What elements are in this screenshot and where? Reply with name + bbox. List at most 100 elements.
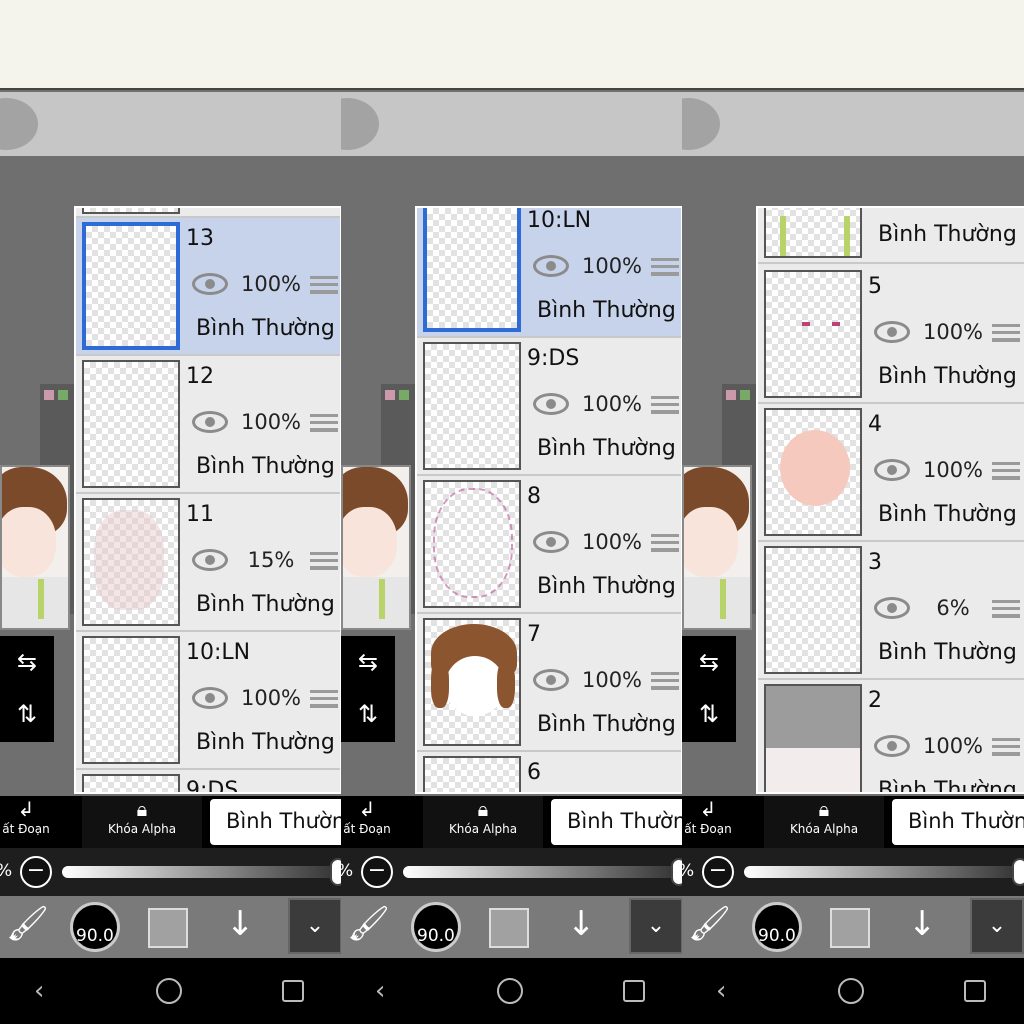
clip-button[interactable]: ↲ ất Đoạn: [682, 796, 738, 848]
eye-icon[interactable]: [533, 669, 569, 691]
clip-button[interactable]: ↲ ất Đoạn: [341, 796, 397, 848]
layer-name: 9:DS: [186, 778, 239, 794]
decrease-opacity-button[interactable]: −: [20, 856, 52, 888]
more-chevron-icon[interactable]: ⌄: [288, 898, 342, 954]
arrow-down-icon[interactable]: ↓: [567, 904, 596, 944]
layer-row[interactable]: 10:LN 100% Bình Thường: [76, 632, 340, 770]
opacity-bar: % −: [341, 848, 683, 896]
opacity-slider[interactable]: [744, 866, 1020, 878]
brush-icon[interactable]: 🖌︎: [688, 904, 731, 944]
flip-vertical-icon[interactable]: ⇅: [0, 688, 54, 740]
arrow-down-icon[interactable]: ↓: [908, 904, 937, 944]
decrease-opacity-button[interactable]: −: [702, 856, 734, 888]
screenshot-strip-1: ⇆ ⇅ 13 100% Bình Thường 12 100% Bình Thư…: [0, 0, 342, 1024]
eye-icon[interactable]: [874, 597, 910, 619]
layer-row[interactable]: [76, 208, 340, 218]
blend-mode-select[interactable]: Bình Thường: [551, 799, 683, 845]
drag-handle-icon[interactable]: [992, 462, 1020, 480]
flip-horizontal-icon[interactable]: ⇆: [682, 636, 736, 688]
layer-row[interactable]: 9:DS 100% Bình Thường: [417, 338, 681, 476]
drag-handle-icon[interactable]: [310, 414, 338, 432]
layer-opacity: 100%: [922, 458, 984, 482]
layer-row[interactable]: 9:DS: [76, 770, 340, 794]
color-swatch[interactable]: [148, 908, 188, 948]
eye-icon[interactable]: [874, 321, 910, 343]
layer-row[interactable]: 10:LN 100% Bình Thường: [417, 208, 681, 338]
eye-icon[interactable]: [533, 255, 569, 277]
flip-vertical-icon[interactable]: ⇅: [341, 688, 395, 740]
layer-row[interactable]: 4 100% Bình Thường: [758, 404, 1024, 542]
drag-handle-icon[interactable]: [310, 276, 338, 294]
layer-row[interactable]: 11 15% Bình Thường: [76, 494, 340, 632]
layer-row[interactable]: 8 100% Bình Thường: [417, 476, 681, 614]
more-chevron-icon[interactable]: ⌄: [629, 898, 683, 954]
eye-icon[interactable]: [874, 459, 910, 481]
layer-row[interactable]: Bình Thường: [758, 208, 1024, 264]
layer-row[interactable]: 7 100% Bình Thường: [417, 614, 681, 752]
recents-icon[interactable]: [964, 980, 986, 1002]
layer-name: 5: [868, 274, 882, 299]
drag-handle-icon[interactable]: [992, 600, 1020, 618]
eye-icon[interactable]: [874, 735, 910, 757]
color-swatch[interactable]: [830, 908, 870, 948]
back-icon[interactable]: ‹: [34, 976, 44, 1006]
eye-icon[interactable]: [192, 687, 228, 709]
flip-vertical-icon[interactable]: ⇅: [682, 688, 736, 740]
brush-icon[interactable]: 🖌︎: [347, 904, 390, 944]
layer-name: 10:LN: [527, 208, 592, 233]
home-icon[interactable]: [156, 978, 182, 1004]
arrow-down-icon[interactable]: ↓: [226, 904, 255, 944]
decrease-opacity-button[interactable]: −: [361, 856, 393, 888]
brush-icon[interactable]: 🖌︎: [6, 904, 49, 944]
back-icon[interactable]: ‹: [716, 976, 726, 1006]
back-icon[interactable]: ‹: [375, 976, 385, 1006]
opacity-slider[interactable]: [403, 866, 679, 878]
drag-handle-icon[interactable]: [651, 258, 679, 276]
eye-icon[interactable]: [192, 411, 228, 433]
screenshot-strip-3: ⇆ ⇅ Bình Thường 5 100% Bình Thường 4 100…: [682, 0, 1024, 1024]
eye-icon[interactable]: [192, 273, 228, 295]
more-chevron-icon[interactable]: ⌄: [970, 898, 1024, 954]
layer-row[interactable]: 12 100% Bình Thường: [76, 356, 340, 494]
layer-thumbnail: [423, 480, 521, 608]
drag-handle-icon[interactable]: [992, 324, 1020, 342]
color-swatch[interactable]: [489, 908, 529, 948]
opacity-slider[interactable]: [62, 866, 338, 878]
eye-icon[interactable]: [533, 531, 569, 553]
drag-handle-icon[interactable]: [310, 690, 338, 708]
flip-horizontal-icon[interactable]: ⇆: [0, 636, 54, 688]
layer-row[interactable]: 13 100% Bình Thường: [76, 218, 340, 356]
layer-thumbnail: [82, 498, 180, 626]
layer-row[interactable]: 2 100% Bình Thường: [758, 680, 1024, 792]
layer-row[interactable]: 5 100% Bình Thường: [758, 266, 1024, 404]
clip-button[interactable]: ↲ ất Đoạn: [0, 796, 56, 848]
opacity-slider-handle[interactable]: [1012, 858, 1024, 886]
drag-handle-icon[interactable]: [651, 396, 679, 414]
layer-blend-mode: Bình Thường: [537, 298, 676, 323]
brush-size-value: 90.0: [758, 926, 796, 946]
recents-icon[interactable]: [623, 980, 645, 1002]
eye-icon[interactable]: [533, 393, 569, 415]
round-button[interactable]: [341, 98, 379, 150]
layer-row[interactable]: 3 6% Bình Thường: [758, 542, 1024, 680]
eye-icon[interactable]: [192, 549, 228, 571]
drag-handle-icon[interactable]: [992, 738, 1020, 756]
drag-handle-icon[interactable]: [310, 552, 338, 570]
lock-alpha-button[interactable]: 🔒︎ Khóa Alpha: [423, 796, 543, 848]
round-button[interactable]: [0, 98, 38, 150]
drag-handle-icon[interactable]: [651, 534, 679, 552]
layer-row[interactable]: 6: [417, 752, 681, 792]
layer-opacity: 6%: [936, 596, 970, 620]
layer-blend-mode: Bình Thường: [537, 712, 676, 737]
flip-horizontal-icon[interactable]: ⇆: [341, 636, 395, 688]
drag-handle-icon[interactable]: [651, 672, 679, 690]
home-icon[interactable]: [838, 978, 864, 1004]
lock-alpha-button[interactable]: 🔒︎ Khóa Alpha: [82, 796, 202, 848]
home-icon[interactable]: [497, 978, 523, 1004]
recents-icon[interactable]: [282, 980, 304, 1002]
lock-alpha-button[interactable]: 🔒︎ Khóa Alpha: [764, 796, 884, 848]
round-button[interactable]: [682, 98, 720, 150]
blend-mode-select[interactable]: Bình Thường: [892, 799, 1024, 845]
lock-icon: 🔒︎: [136, 797, 148, 821]
blend-mode-select[interactable]: Bình Thường: [210, 799, 342, 845]
